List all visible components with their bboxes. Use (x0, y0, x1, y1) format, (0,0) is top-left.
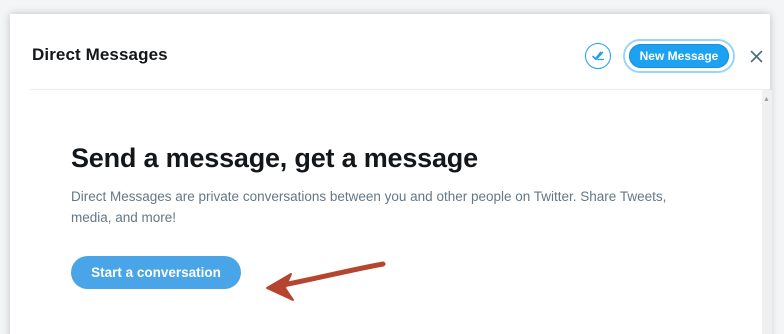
scrollbar[interactable]: ▲ (762, 90, 772, 334)
empty-state-headline: Send a message, get a message (71, 143, 478, 173)
header-divider (30, 89, 770, 90)
screenshot: Direct Messages New Message ▲ Send a mes… (0, 0, 784, 334)
empty-state-description: Direct Messages are private conversation… (71, 189, 667, 225)
modal-title: Direct Messages (32, 45, 168, 64)
red-arrow-icon (266, 261, 386, 301)
start-conversation-button[interactable]: Start a conversation (71, 256, 241, 289)
close-button[interactable] (747, 47, 765, 65)
mark-all-read-button[interactable] (585, 43, 611, 69)
new-message-focus-ring[interactable]: New Message (623, 39, 735, 73)
modal-header: Direct Messages New Message (10, 14, 770, 90)
new-message-button[interactable]: New Message (629, 44, 729, 68)
scroll-up-arrow-icon[interactable]: ▲ (763, 96, 770, 103)
double-check-icon (592, 51, 605, 61)
close-icon (750, 50, 762, 62)
